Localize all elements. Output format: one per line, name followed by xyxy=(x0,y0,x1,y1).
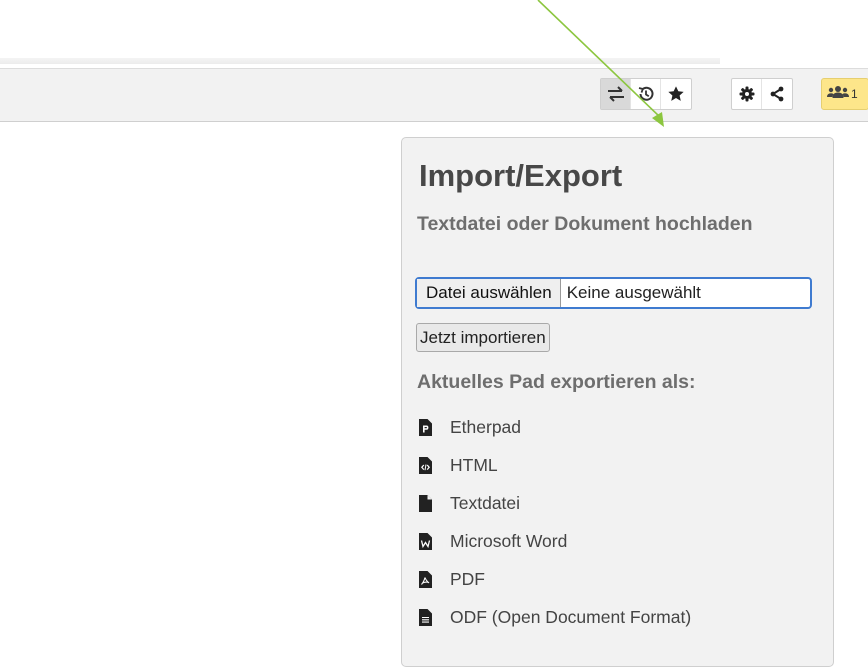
export-html-link[interactable]: HTML xyxy=(419,446,691,484)
export-odf-link[interactable]: ODF (Open Document Format) xyxy=(419,598,691,636)
toolbar-group-main xyxy=(600,78,692,110)
file-odf-icon xyxy=(419,608,432,626)
file-input[interactable]: Datei auswählen Keine ausgewählt xyxy=(415,277,812,309)
export-etherpad-link[interactable]: Etherpad xyxy=(419,408,691,446)
import-heading: Textdatei oder Dokument hochladen xyxy=(417,213,753,235)
star-icon xyxy=(667,85,685,103)
users-icon xyxy=(827,85,849,104)
export-word-link[interactable]: Microsoft Word xyxy=(419,522,691,560)
star-button[interactable] xyxy=(661,79,691,109)
share-icon xyxy=(769,86,785,102)
export-list: Etherpad HTML Textdatei Microsoft Word P… xyxy=(419,408,691,636)
file-word-icon xyxy=(419,532,432,550)
export-option-label: Etherpad xyxy=(450,416,522,437)
users-button[interactable]: 1 xyxy=(821,78,868,110)
file-pdf-icon xyxy=(419,570,432,588)
import-now-button[interactable]: Jetzt importieren xyxy=(416,323,550,352)
users-count: 1 xyxy=(851,87,858,101)
export-option-label: Textdatei xyxy=(450,492,521,513)
file-code-icon xyxy=(419,456,432,474)
export-option-label: HTML xyxy=(450,454,498,475)
timeslider-icon xyxy=(636,84,656,104)
editor-toolbar: 1 xyxy=(0,68,868,122)
settings-button[interactable] xyxy=(732,79,762,109)
popup-title: Import/Export xyxy=(419,158,623,193)
file-etherpad-icon xyxy=(419,418,432,436)
import-export-popup: Import/Export Textdatei oder Dokument ho… xyxy=(401,137,834,667)
export-option-label: ODF (Open Document Format) xyxy=(450,606,692,627)
toolbar-group-settings xyxy=(731,78,793,110)
gear-icon xyxy=(739,86,755,102)
export-option-label: Microsoft Word xyxy=(450,530,568,551)
timeslider-button[interactable] xyxy=(631,79,661,109)
top-divider xyxy=(0,58,720,64)
import-export-button[interactable] xyxy=(601,79,631,109)
import-export-icon xyxy=(606,85,626,103)
export-pdf-link[interactable]: PDF xyxy=(419,560,691,598)
share-button[interactable] xyxy=(762,79,792,109)
export-text-link[interactable]: Textdatei xyxy=(419,484,691,522)
file-text-icon xyxy=(419,494,432,512)
export-option-label: PDF xyxy=(450,568,485,589)
file-status: Keine ausgewählt xyxy=(566,283,701,302)
choose-file-button[interactable]: Datei auswählen xyxy=(417,279,561,307)
export-heading: Aktuelles Pad exportieren als: xyxy=(417,371,696,393)
